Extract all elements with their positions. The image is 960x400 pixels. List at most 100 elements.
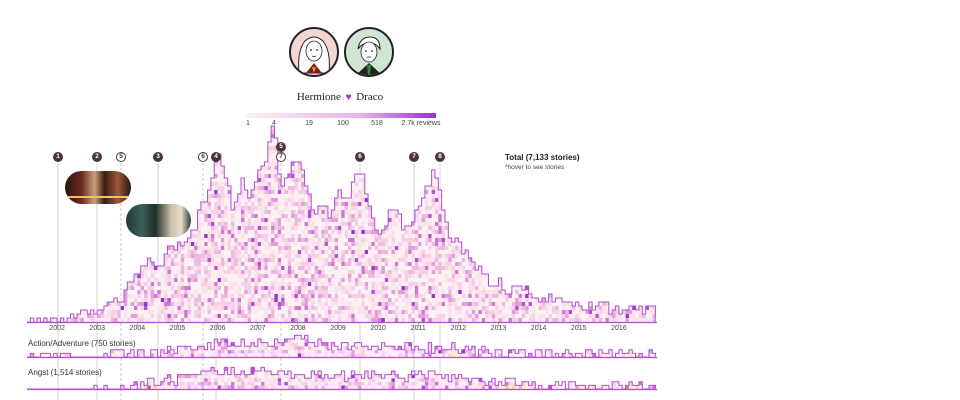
total-histogram-cell[interactable] xyxy=(83,314,88,318)
total-histogram-cell[interactable] xyxy=(230,274,235,278)
total-histogram-cell[interactable] xyxy=(241,194,245,198)
angst-histogram-cell[interactable] xyxy=(187,385,192,389)
total-histogram-cell[interactable] xyxy=(337,198,342,202)
total-histogram-cell[interactable] xyxy=(220,270,225,274)
total-histogram-cell[interactable] xyxy=(314,302,319,306)
action-adventure-histogram-cell[interactable] xyxy=(197,349,202,354)
total-histogram-cell[interactable] xyxy=(421,250,426,254)
total-histogram-cell[interactable] xyxy=(341,218,345,222)
total-histogram-cell[interactable] xyxy=(284,194,289,198)
total-histogram-cell[interactable] xyxy=(354,222,359,226)
total-histogram-cell[interactable] xyxy=(465,310,469,314)
total-histogram-cell[interactable] xyxy=(271,258,275,262)
total-histogram-cell[interactable] xyxy=(210,198,215,202)
event-marker[interactable]: 5 xyxy=(116,152,126,162)
action-adventure-histogram-cell[interactable] xyxy=(414,349,419,354)
total-histogram-cell[interactable] xyxy=(160,270,165,274)
total-histogram-cell[interactable] xyxy=(227,230,232,234)
total-histogram-cell[interactable] xyxy=(461,270,466,274)
angst-histogram-cell[interactable] xyxy=(194,374,198,379)
total-histogram-cell[interactable] xyxy=(220,202,225,206)
total-histogram-cell[interactable] xyxy=(144,318,148,322)
total-histogram-cell[interactable] xyxy=(391,298,396,302)
total-histogram-cell[interactable] xyxy=(257,262,262,266)
total-histogram-cell[interactable] xyxy=(337,290,342,294)
action-adventure-histogram-cell[interactable] xyxy=(180,349,185,354)
total-histogram-cell[interactable] xyxy=(154,298,158,302)
total-histogram-cell[interactable] xyxy=(388,274,392,278)
total-histogram-cell[interactable] xyxy=(184,298,188,302)
angst-histogram-cell[interactable] xyxy=(264,371,268,375)
total-histogram-cell[interactable] xyxy=(210,214,215,218)
angst-histogram-cell[interactable] xyxy=(384,385,389,389)
total-histogram-cell[interactable] xyxy=(358,210,362,214)
total-histogram-cell[interactable] xyxy=(190,246,195,250)
total-histogram-cell[interactable] xyxy=(348,258,352,262)
angst-histogram-cell[interactable] xyxy=(261,381,265,386)
total-histogram-cell[interactable] xyxy=(257,290,262,294)
total-histogram-cell[interactable] xyxy=(164,258,168,262)
total-histogram-cell[interactable] xyxy=(241,250,245,254)
action-adventure-histogram-cell[interactable] xyxy=(448,349,452,354)
event-marker[interactable]: 8 xyxy=(435,152,445,162)
total-histogram-cell[interactable] xyxy=(170,278,175,282)
total-histogram-cell[interactable] xyxy=(204,214,208,218)
action-adventure-histogram-cell[interactable] xyxy=(227,349,232,354)
total-histogram-cell[interactable] xyxy=(337,214,342,218)
total-histogram-cell[interactable] xyxy=(244,290,248,294)
angst-histogram-cell[interactable] xyxy=(445,381,449,386)
total-histogram-cell[interactable] xyxy=(371,278,375,282)
total-histogram-cell[interactable] xyxy=(237,226,242,230)
total-histogram-cell[interactable] xyxy=(287,234,292,238)
total-histogram-cell[interactable] xyxy=(602,302,606,306)
total-histogram-cell[interactable] xyxy=(264,286,268,290)
total-histogram-cell[interactable] xyxy=(404,238,409,242)
total-histogram-cell[interactable] xyxy=(368,238,372,242)
total-histogram-cell[interactable] xyxy=(150,318,155,322)
total-histogram-cell[interactable] xyxy=(170,258,175,262)
angst-histogram-cell[interactable] xyxy=(214,378,218,382)
total-histogram-cell[interactable] xyxy=(167,266,171,270)
total-histogram-cell[interactable] xyxy=(291,234,295,238)
total-histogram-cell[interactable] xyxy=(210,286,215,290)
total-histogram-cell[interactable] xyxy=(311,254,315,258)
total-histogram-cell[interactable] xyxy=(217,274,222,278)
total-histogram-cell[interactable] xyxy=(461,254,466,258)
action-adventure-histogram-cell[interactable] xyxy=(217,353,222,357)
total-histogram-cell[interactable] xyxy=(475,318,479,322)
total-histogram-cell[interactable] xyxy=(281,214,285,218)
total-histogram-cell[interactable] xyxy=(237,234,242,238)
total-histogram-cell[interactable] xyxy=(421,258,426,262)
total-histogram-cell[interactable] xyxy=(304,242,309,246)
total-histogram-cell[interactable] xyxy=(284,246,289,250)
total-histogram-cell[interactable] xyxy=(378,310,382,314)
total-histogram-cell[interactable] xyxy=(267,210,272,214)
total-histogram-cell[interactable] xyxy=(337,286,342,290)
total-histogram-cell[interactable] xyxy=(428,198,432,202)
total-histogram-cell[interactable] xyxy=(341,206,345,210)
action-adventure-histogram-cell[interactable] xyxy=(304,353,309,357)
total-histogram-cell[interactable] xyxy=(404,266,409,270)
total-histogram-cell[interactable] xyxy=(134,282,138,286)
total-histogram-cell[interactable] xyxy=(428,266,432,270)
total-histogram-cell[interactable] xyxy=(174,310,178,314)
total-histogram-cell[interactable] xyxy=(307,314,312,318)
total-histogram-cell[interactable] xyxy=(414,266,419,270)
total-histogram-cell[interactable] xyxy=(331,234,335,238)
total-histogram-cell[interactable] xyxy=(207,190,212,194)
total-histogram-cell[interactable] xyxy=(485,286,489,290)
total-histogram-cell[interactable] xyxy=(552,318,556,322)
total-histogram-cell[interactable] xyxy=(481,302,486,306)
total-histogram-cell[interactable] xyxy=(247,222,252,226)
total-histogram-cell[interactable] xyxy=(384,306,389,310)
total-histogram-cell[interactable] xyxy=(411,230,416,234)
total-histogram-cell[interactable] xyxy=(314,286,319,290)
total-histogram-cell[interactable] xyxy=(224,306,228,310)
total-histogram-cell[interactable] xyxy=(505,310,509,314)
total-histogram-cell[interactable] xyxy=(538,302,543,306)
action-adventure-histogram-cell[interactable] xyxy=(217,342,222,347)
total-histogram-cell[interactable] xyxy=(324,290,329,294)
total-histogram-cell[interactable] xyxy=(598,318,603,322)
total-histogram-cell[interactable] xyxy=(401,310,406,314)
total-histogram-cell[interactable] xyxy=(234,206,238,210)
